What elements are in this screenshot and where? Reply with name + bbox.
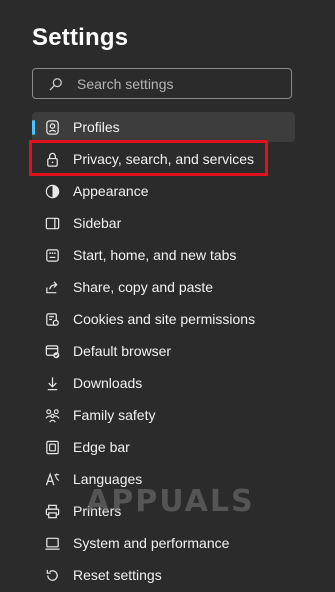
nav-item-cookies[interactable]: Cookies and site permissions [32,304,295,334]
start-home-icon [43,246,61,264]
nav-item-profiles[interactable]: Profiles [32,112,295,142]
appearance-icon [43,182,61,200]
settings-nav: Profiles Privacy, search, and services A… [32,112,295,592]
nav-item-label: Languages [73,471,143,487]
scrollbar-track[interactable] [320,0,335,573]
nav-item-label: Downloads [73,375,143,391]
lock-icon [43,150,61,168]
nav-item-edge-bar[interactable]: Edge bar [32,432,295,462]
share-icon [43,278,61,296]
settings-title: Settings [32,24,129,51]
nav-item-downloads[interactable]: Downloads [32,368,295,398]
nav-item-label: Default browser [73,343,172,359]
nav-item-reset[interactable]: Reset settings [32,560,295,590]
nav-item-share[interactable]: Share, copy and paste [32,272,295,302]
nav-item-label: Appearance [73,183,149,199]
languages-icon [43,470,61,488]
nav-item-appearance[interactable]: Appearance [32,176,295,206]
search-icon [49,77,62,90]
nav-item-start-home[interactable]: Start, home, and new tabs [32,240,295,270]
nav-item-label: Profiles [73,119,120,135]
cookies-icon [43,310,61,328]
sidebar-icon [43,214,61,232]
nav-item-label: Sidebar [73,215,122,231]
nav-item-privacy[interactable]: Privacy, search, and services [32,144,295,174]
nav-item-default-browser[interactable]: Default browser [32,336,295,366]
nav-item-label: Privacy, search, and services [73,151,255,167]
nav-item-label: Edge bar [73,439,130,455]
family-icon [43,406,61,424]
search-box[interactable] [32,68,292,99]
reset-icon [43,566,61,584]
nav-item-label: Cookies and site permissions [73,311,256,327]
nav-item-family-safety[interactable]: Family safety [32,400,295,430]
nav-item-label: Start, home, and new tabs [73,247,237,263]
settings-sidebar: Settings Profiles Privacy, search, and s… [0,0,320,583]
nav-item-label: Printers [73,503,122,519]
profile-icon [43,118,61,136]
nav-item-label: Reset settings [73,567,162,583]
download-icon [43,374,61,392]
nav-item-languages[interactable]: Languages [32,464,295,494]
nav-item-label: Family safety [73,407,156,423]
nav-item-system[interactable]: System and performance [32,528,295,558]
edge-bar-icon [43,438,61,456]
nav-item-printers[interactable]: Printers [32,496,295,526]
system-icon [43,534,61,552]
search-input[interactable] [77,75,267,92]
nav-item-label: System and performance [73,535,230,551]
default-browser-icon [43,342,61,360]
nav-item-label: Share, copy and paste [73,279,214,295]
nav-item-sidebar[interactable]: Sidebar [32,208,295,238]
printer-icon [43,502,61,520]
